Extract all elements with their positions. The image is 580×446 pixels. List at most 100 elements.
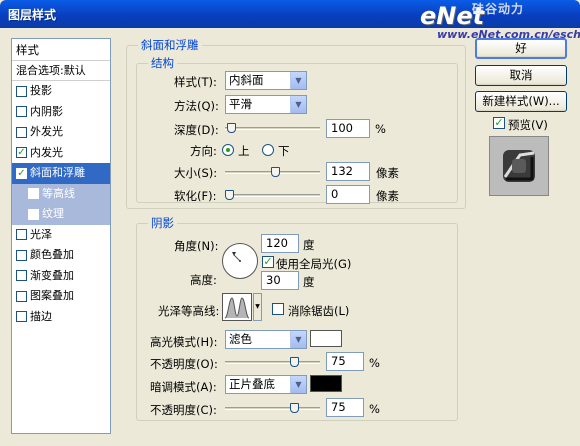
gloss-contour-picker[interactable] <box>222 293 252 321</box>
chevron-down-icon: ▼ <box>290 96 306 113</box>
shadow-opacity-label: 不透明度(C): <box>150 403 217 417</box>
anti-alias-checkbox[interactable] <box>272 303 284 315</box>
size-slider-thumb[interactable] <box>271 167 280 177</box>
style-item-0[interactable]: 投影 <box>12 81 110 102</box>
soften-slider-thumb[interactable] <box>225 190 234 200</box>
style-label: 样式(T): <box>174 75 217 89</box>
style-item-checkbox[interactable] <box>16 126 27 138</box>
styles-list: 样式 混合选项:默认 投影 内阴影 外发光 ✓ 内发光 ✓ 斜面和浮雕 等高线 纹理 光泽 颜色叠加… <box>11 38 111 434</box>
style-item-7[interactable]: 光泽 <box>12 225 110 246</box>
style-item-1[interactable]: 内阴影 <box>12 102 110 123</box>
chevron-down-icon: ▼ <box>290 376 306 393</box>
angle-unit: 度 <box>303 238 315 252</box>
style-item-label: 投影 <box>30 84 52 98</box>
style-preview-thumbnail <box>489 136 549 196</box>
direction-label: 方向: <box>190 144 217 158</box>
style-item-9[interactable]: 渐变叠加 <box>12 266 110 287</box>
style-item-11[interactable]: 描边 <box>12 307 110 328</box>
anti-alias-label: 消除锯齿(L) <box>288 304 350 318</box>
style-item-checkbox[interactable] <box>16 290 27 302</box>
style-item-3[interactable]: ✓ 内发光 <box>12 143 110 164</box>
highlight-mode-select[interactable]: 滤色 ▼ <box>225 330 307 349</box>
preview-label: 预览(V) <box>508 118 548 132</box>
style-item-checkbox[interactable] <box>16 229 27 241</box>
technique-select[interactable]: 平滑 ▼ <box>225 95 307 114</box>
altitude-label: 高度: <box>190 273 217 287</box>
highlight-color-swatch[interactable] <box>310 330 342 347</box>
size-slider[interactable] <box>225 167 320 177</box>
style-item-checkbox[interactable]: ✓ <box>16 147 27 159</box>
layer-style-dialog: 图层样式 eNet 硅谷动力 www.eNet.com.cn/eschool 样… <box>0 0 580 446</box>
chevron-down-icon: ▼ <box>290 331 306 348</box>
style-item-label: 外发光 <box>30 125 63 139</box>
new-style-button[interactable]: 新建样式(W)... <box>475 91 567 112</box>
technique-label: 方法(Q): <box>174 99 219 113</box>
direction-down-radio[interactable] <box>262 144 274 156</box>
style-item-6[interactable]: 纹理 <box>12 204 110 225</box>
style-items: 投影 内阴影 外发光 ✓ 内发光 ✓ 斜面和浮雕 等高线 纹理 光泽 颜色叠加 渐变叠加 图案叠加 描边 <box>12 81 110 327</box>
shadow-opacity-slider[interactable] <box>225 403 320 413</box>
style-item-checkbox[interactable] <box>28 188 39 200</box>
altitude-unit: 度 <box>303 275 315 289</box>
style-select[interactable]: 内斜面 ▼ <box>225 71 307 90</box>
shadow-opacity-input[interactable]: 75 <box>326 398 364 417</box>
soften-input[interactable]: 0 <box>326 185 370 204</box>
depth-slider[interactable] <box>225 123 320 133</box>
style-item-label: 图案叠加 <box>30 289 74 303</box>
watermark-chinese: 硅谷动力 <box>472 2 525 16</box>
highlight-opacity-slider[interactable] <box>225 357 320 367</box>
style-item-checkbox[interactable] <box>16 311 27 323</box>
style-item-label: 等高线 <box>42 186 75 200</box>
style-item-label: 内发光 <box>30 145 63 159</box>
highlight-opacity-input[interactable]: 75 <box>326 352 364 371</box>
style-item-checkbox[interactable] <box>28 208 39 220</box>
soften-label: 软化(F): <box>174 189 217 203</box>
gloss-contour-dropdown[interactable]: ▼ <box>253 293 262 321</box>
cancel-button[interactable]: 取消 <box>475 65 567 86</box>
direction-up-label: 上 <box>238 144 250 158</box>
style-item-checkbox[interactable] <box>16 85 27 97</box>
style-item-5[interactable]: 等高线 <box>12 183 110 204</box>
style-item-checkbox[interactable] <box>16 249 27 261</box>
soften-slider[interactable] <box>225 190 320 200</box>
shadow-opacity-thumb[interactable] <box>290 403 299 413</box>
highlight-mode-label: 高光模式(H): <box>150 335 218 349</box>
angle-input[interactable]: 120 <box>261 234 299 253</box>
preview-checkbox[interactable]: ✓ <box>493 117 505 129</box>
size-input[interactable]: 132 <box>326 162 370 181</box>
angle-dial[interactable] <box>222 243 258 279</box>
style-item-label: 内阴影 <box>30 104 63 118</box>
style-select-value: 内斜面 <box>229 73 264 87</box>
direction-up-radio[interactable] <box>222 144 234 156</box>
style-item-checkbox[interactable]: ✓ <box>16 167 27 179</box>
highlight-opacity-thumb[interactable] <box>290 357 299 367</box>
highlight-opacity-label: 不透明度(O): <box>150 357 218 371</box>
global-light-checkbox[interactable]: ✓ <box>262 256 274 268</box>
soften-unit: 像素 <box>376 189 399 203</box>
altitude-input[interactable]: 30 <box>261 271 299 290</box>
style-item-2[interactable]: 外发光 <box>12 122 110 143</box>
depth-input[interactable]: 100 <box>326 119 370 138</box>
window-title: 图层样式 <box>8 8 57 22</box>
styles-header[interactable]: 样式 <box>12 39 110 61</box>
style-item-label: 光泽 <box>30 227 52 241</box>
shadow-mode-select[interactable]: 正片叠底 ▼ <box>225 375 307 394</box>
style-item-checkbox[interactable] <box>16 270 27 282</box>
shadow-color-swatch[interactable] <box>310 375 342 392</box>
angle-label: 角度(N): <box>174 239 219 253</box>
gloss-contour-label: 光泽等高线: <box>158 304 220 318</box>
depth-slider-thumb[interactable] <box>227 123 236 133</box>
style-item-label: 斜面和浮雕 <box>30 166 85 180</box>
blending-options[interactable]: 混合选项:默认 <box>12 61 110 81</box>
style-item-label: 描边 <box>30 309 52 323</box>
style-item-8[interactable]: 颜色叠加 <box>12 245 110 266</box>
style-item-checkbox[interactable] <box>16 106 27 118</box>
highlight-opacity-unit: % <box>369 356 380 370</box>
shadow-opacity-unit: % <box>369 402 380 416</box>
size-unit: 像素 <box>376 166 399 180</box>
style-item-4[interactable]: ✓ 斜面和浮雕 <box>12 163 110 184</box>
style-item-10[interactable]: 图案叠加 <box>12 286 110 307</box>
angle-dial-marker-icon <box>232 252 241 262</box>
shadow-mode-label: 暗调模式(A): <box>150 380 217 394</box>
ok-button[interactable]: 好 <box>475 38 567 59</box>
